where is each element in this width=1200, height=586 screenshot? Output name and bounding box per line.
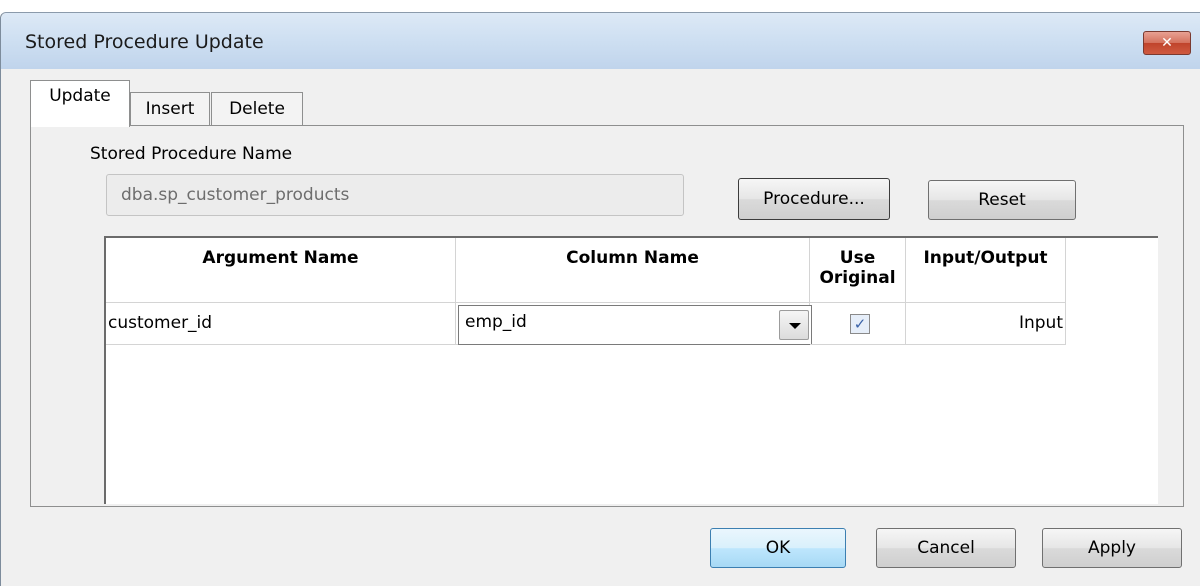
argument-name-text: customer_id (108, 313, 213, 333)
tab-insert[interactable]: Insert (130, 92, 210, 126)
use-original-checkbox[interactable]: ✓ (850, 314, 870, 334)
column-name-value: emp_id (465, 312, 527, 332)
tab-update[interactable]: Update (30, 80, 130, 127)
ok-button[interactable]: OK (710, 528, 846, 568)
header-use-original[interactable]: Use Original (810, 238, 906, 302)
tab-update-label: Update (49, 86, 111, 106)
check-icon: ✓ (853, 315, 867, 333)
window-title: Stored Procedure Update (25, 31, 264, 53)
header-use-original-line2: Original (819, 268, 896, 288)
tab-insert-label: Insert (145, 99, 195, 119)
close-icon: ✕ (1161, 35, 1173, 51)
cell-input-output[interactable]: Input (906, 303, 1066, 345)
desktop-corner (0, 0, 20, 12)
argument-grid: Argument Name Column Name Use Original I… (104, 236, 1158, 504)
tab-delete-label: Delete (229, 99, 285, 119)
close-button[interactable]: ✕ (1143, 31, 1191, 55)
header-input-output[interactable]: Input/Output (906, 238, 1066, 302)
cell-argument-name[interactable]: customer_id (106, 303, 456, 345)
tab-delete[interactable]: Delete (211, 92, 303, 126)
cancel-button[interactable]: Cancel (876, 528, 1016, 568)
title-bar[interactable]: Stored Procedure Update ✕ (1, 13, 1200, 69)
reset-button[interactable]: Reset (928, 180, 1076, 220)
input-output-text: Input (1018, 313, 1063, 333)
dropdown-button[interactable] (779, 310, 809, 340)
apply-button[interactable]: Apply (1042, 528, 1182, 568)
procedure-button[interactable]: Procedure... (738, 178, 890, 220)
chevron-down-icon (789, 323, 801, 329)
header-column-name[interactable]: Column Name (456, 238, 810, 302)
column-name-combo[interactable]: emp_id (458, 305, 812, 345)
header-use-original-line1: Use (839, 248, 876, 268)
sp-name-field: dba.sp_customer_products (106, 174, 684, 216)
header-argument-name[interactable]: Argument Name (106, 238, 456, 302)
sp-name-label: Stored Procedure Name (90, 144, 293, 164)
